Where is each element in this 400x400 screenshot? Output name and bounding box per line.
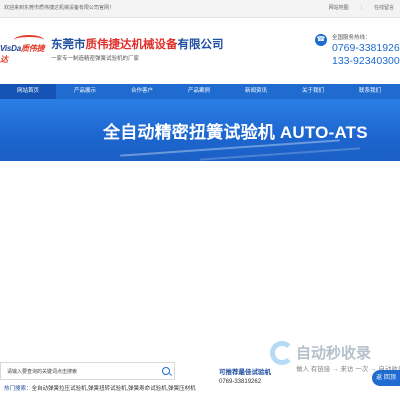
company-name: 东莞市质伟捷达机械设备有限公司: [51, 39, 224, 51]
hotline-phone-1: 0769-33819262: [332, 42, 400, 54]
hot-search-keywords[interactable]: 全自动弹簧拉压试验机,弹簧扭转试验机,弹簧寿命试验机,弹簧压材机: [32, 386, 196, 392]
hot-search-label: 热门搜索：: [4, 386, 32, 392]
watermark-logo-icon: [270, 341, 294, 365]
watermark: 自动秒收录 做人 有链接 → 来访 一次 → 自动收录: [270, 337, 400, 382]
nav-item-clients[interactable]: 合作客户: [114, 84, 170, 99]
nav-item-about[interactable]: 关于我们: [285, 84, 341, 99]
nav-item-products[interactable]: 产品展示: [57, 84, 113, 99]
message-link[interactable]: 在线留言: [374, 4, 394, 11]
company-slogan: 一家专一制造精密弹簧试验机的厂家: [51, 56, 140, 62]
main-nav: 网站首页 产品展示 合作客户 产品案例 新闻资讯 关于我们 联系我们: [0, 84, 400, 99]
top-utility-bar: 欢迎来到东莞市质伟捷达机械设备有限公司官网！ 网站地图 | 在线留言: [0, 0, 400, 18]
nav-item-news[interactable]: 新闻资讯: [228, 84, 284, 99]
watermark-title: 自动秒收录: [296, 345, 372, 362]
search-icon[interactable]: [162, 367, 170, 375]
company-logo[interactable]: VisDa质伟捷达: [0, 33, 46, 64]
top-links: 网站地图 | 在线留言: [328, 4, 394, 11]
hotline-phone-2: 133-92340300: [332, 55, 400, 67]
nav-item-cases[interactable]: 产品案例: [171, 84, 227, 99]
welcome-text: 欢迎来到东莞市质伟捷达机械设备有限公司官网！: [4, 5, 115, 11]
search-input[interactable]: 请输入要查询的关键词点击搜索: [7, 368, 77, 375]
contact-phone: 0769-33819262: [219, 379, 262, 385]
contact-title: 可推荐最佳试验机: [219, 369, 271, 376]
banner-title: 全自动精密扭簧试验机 AUTO-ATS: [103, 123, 368, 142]
search-box[interactable]: 请输入要查询的关键词点击搜索: [0, 362, 175, 380]
phone-icon: ☎: [315, 34, 327, 46]
logo-wordmark: VisDa质伟捷达: [0, 44, 45, 64]
hotline-label: 全国服务热线：: [332, 35, 371, 41]
hero-banner[interactable]: 全自动精密扭簧试验机 AUTO-ATS: [0, 99, 400, 161]
nav-item-home[interactable]: 网站首页: [0, 84, 56, 99]
back-to-top-button[interactable]: 返 回顶: [372, 370, 400, 386]
sitemap-link[interactable]: 网站地图: [329, 4, 349, 11]
hot-search: 热门搜索：全自动弹簧拉压试验机,弹簧扭转试验机,弹簧寿命试验机,弹簧压材机: [4, 384, 196, 392]
nav-item-contact[interactable]: 联系我们: [342, 84, 398, 99]
